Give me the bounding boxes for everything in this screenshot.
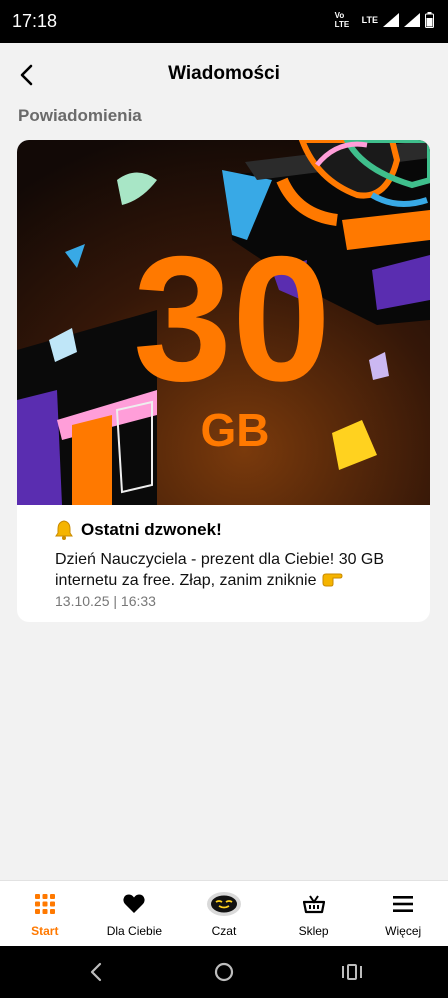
promo-banner: 30 GB <box>17 140 430 505</box>
bottom-nav: Start Dla Ciebie Czat Sklep Więcej <box>0 880 448 947</box>
basket-icon <box>302 891 325 917</box>
system-recents-icon <box>342 964 362 980</box>
status-time: 17:18 <box>12 11 58 31</box>
battery-icon <box>425 12 434 28</box>
system-nav-bar <box>0 946 448 998</box>
signal-icon-2 <box>404 13 420 27</box>
status-bar: 17:18 Vo LTE LTE <box>0 0 448 43</box>
nav-wiecej-label: Więcej <box>385 924 422 938</box>
nav-start[interactable]: Start <box>0 881 90 947</box>
bell-icon <box>55 520 73 540</box>
heart-icon <box>123 891 145 917</box>
nav-dla-ciebie[interactable]: Dla Ciebie <box>90 881 180 947</box>
page-title: Wiadomości <box>168 63 280 84</box>
grid-icon <box>34 891 55 917</box>
menu-icon <box>393 891 414 917</box>
signal-icon <box>383 13 399 27</box>
nav-sklep-label: Sklep <box>298 924 329 938</box>
app-bar: Wiadomości <box>0 43 448 105</box>
nav-czat-label: Czat <box>211 924 237 938</box>
nav-wiecej[interactable]: Więcej <box>358 881 448 947</box>
volte-indicator: Vo LTE <box>334 11 350 29</box>
chat-bot-icon <box>206 891 242 917</box>
notification-card[interactable]: 30 GB Ostatni dzwonek! Dzień Nauczyciela… <box>17 140 430 622</box>
notification-body: Dzień Nauczyciela - prezent dla Ciebie! … <box>55 549 417 591</box>
system-back-button[interactable] <box>84 959 110 985</box>
status-icons: Vo LTE LTE <box>335 11 434 29</box>
lte-indicator: LTE <box>361 15 378 25</box>
nav-start-label: Start <box>31 924 59 938</box>
section-title: Powiadomienia <box>18 106 142 125</box>
system-recents-button[interactable] <box>339 959 365 985</box>
nav-dla-ciebie-label: Dla Ciebie <box>106 924 163 938</box>
notification-title-row: Ostatni dzwonek! <box>55 520 222 540</box>
banner-amount: 30 <box>133 219 331 418</box>
notification-title: Ostatni dzwonek! <box>81 520 222 539</box>
system-back-icon <box>90 962 102 982</box>
nav-czat[interactable]: Czat <box>179 881 269 947</box>
pointing-hand-icon <box>322 573 343 587</box>
system-home-icon <box>214 962 234 982</box>
notification-date: 13.10.25 | 16:33 <box>55 593 156 609</box>
nav-sklep[interactable]: Sklep <box>269 881 359 947</box>
banner-unit: GB <box>201 404 270 456</box>
system-home-button[interactable] <box>211 959 237 985</box>
